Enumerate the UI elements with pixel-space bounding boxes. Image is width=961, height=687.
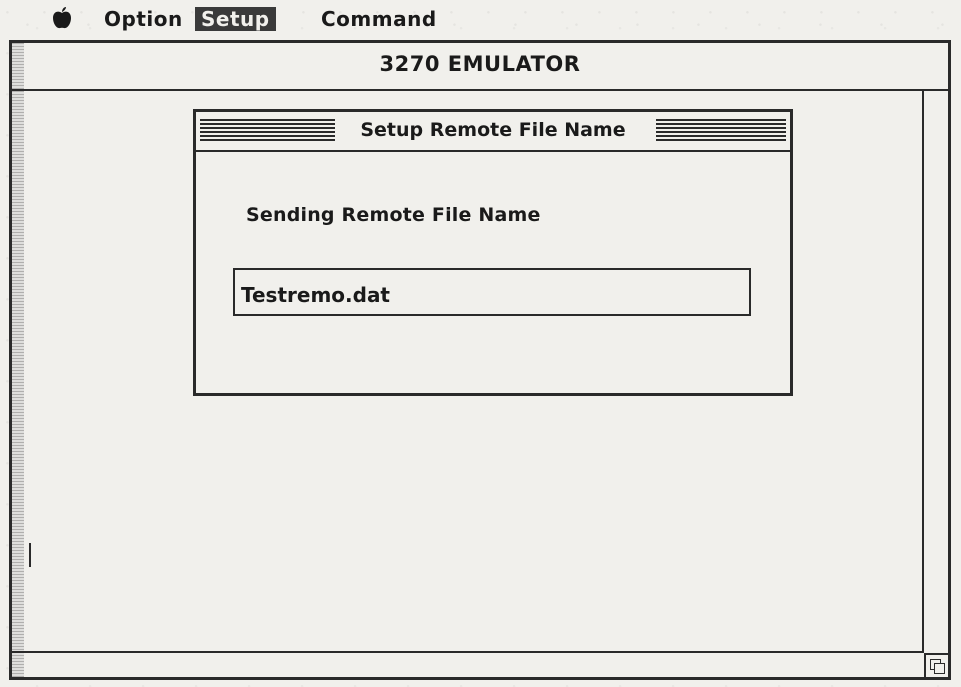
resize-box-icon[interactable]	[924, 653, 948, 677]
window-title: 3270 EMULATOR	[379, 52, 581, 76]
vertical-scrollbar[interactable]	[922, 89, 948, 651]
window-titlebar[interactable]: 3270 EMULATOR	[12, 43, 948, 91]
menu-setup[interactable]: Setup	[195, 7, 276, 31]
menu-bar: Option Setup Command	[0, 0, 961, 34]
dialog-title: Setup Remote File Name	[196, 118, 790, 142]
remote-file-name-input[interactable]	[233, 268, 751, 316]
horizontal-scrollbar[interactable]	[12, 651, 924, 677]
dialog-prompt: Sending Remote File Name	[246, 204, 541, 226]
menu-option[interactable]: Option	[104, 7, 183, 31]
apple-icon[interactable]	[52, 6, 72, 30]
window-left-edge	[12, 43, 24, 677]
menu-command[interactable]: Command	[321, 7, 437, 31]
text-cursor	[29, 543, 31, 567]
dialog-titlebar[interactable]: Setup Remote File Name	[196, 112, 790, 152]
setup-remote-file-dialog: Setup Remote File Name Sending Remote Fi…	[193, 109, 793, 396]
